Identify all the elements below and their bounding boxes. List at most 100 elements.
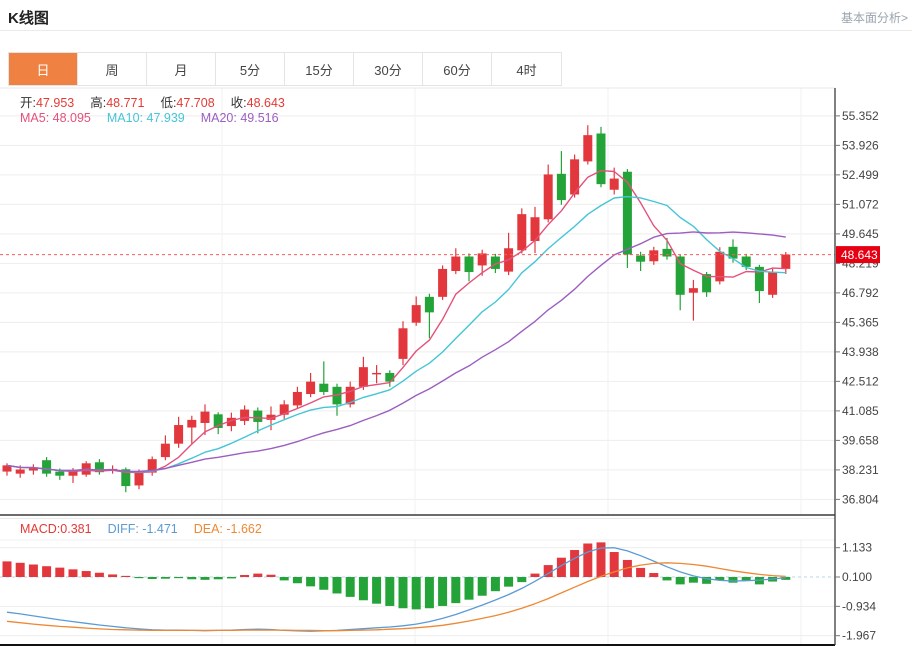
candle[interactable] bbox=[95, 459, 104, 475]
axis-label: 41.085 bbox=[842, 404, 879, 418]
macd-bar bbox=[399, 577, 408, 608]
candle-body bbox=[55, 472, 64, 476]
macd-bar bbox=[465, 577, 474, 600]
macd-bar bbox=[385, 577, 394, 606]
candle[interactable] bbox=[174, 417, 183, 448]
ma10-line bbox=[7, 197, 786, 473]
readout-item: 低:47.708 bbox=[160, 96, 214, 110]
candle[interactable] bbox=[214, 412, 223, 434]
candle-body bbox=[478, 253, 487, 265]
tab-period-2[interactable]: 月 bbox=[147, 53, 216, 85]
candle[interactable] bbox=[161, 435, 170, 460]
candle[interactable] bbox=[187, 416, 196, 444]
candle-body bbox=[438, 269, 447, 297]
candle-body bbox=[201, 412, 210, 423]
macd-bar bbox=[280, 577, 289, 580]
candle-body bbox=[42, 460, 51, 473]
candle[interactable] bbox=[42, 457, 51, 477]
candle[interactable] bbox=[465, 253, 474, 281]
macd-bar bbox=[293, 577, 302, 583]
macd-bar bbox=[16, 563, 25, 577]
candle[interactable] bbox=[306, 373, 315, 397]
candle[interactable] bbox=[781, 252, 790, 274]
macd-bar bbox=[636, 568, 645, 577]
macd-bar bbox=[240, 575, 249, 577]
candle-body bbox=[649, 250, 658, 261]
macd-bar bbox=[253, 574, 262, 577]
axis-label: 52.499 bbox=[842, 168, 879, 182]
axis-label: 53.926 bbox=[842, 138, 879, 152]
macd-bar bbox=[372, 577, 381, 604]
macd-bar bbox=[689, 577, 698, 583]
dea-line bbox=[7, 563, 786, 631]
macd-bar bbox=[227, 577, 236, 578]
macd-bar bbox=[3, 561, 12, 577]
candle[interactable] bbox=[425, 294, 434, 338]
candle[interactable] bbox=[438, 265, 447, 300]
axis-label: -0.934 bbox=[842, 599, 876, 613]
candle-body bbox=[399, 328, 408, 359]
readout-item: MA20: 49.516 bbox=[201, 111, 279, 125]
axis-label: 36.804 bbox=[842, 492, 879, 506]
fundamental-analysis-link[interactable]: 基本面分析> bbox=[841, 9, 908, 26]
candle-body bbox=[359, 367, 368, 387]
tab-period-6[interactable]: 60分 bbox=[423, 53, 492, 85]
candle[interactable] bbox=[517, 208, 526, 253]
candle[interactable] bbox=[504, 233, 513, 275]
readout-item: 高:48.771 bbox=[90, 96, 144, 110]
tab-period-3[interactable]: 5分 bbox=[216, 53, 285, 85]
tab-period-7[interactable]: 4时 bbox=[492, 53, 561, 85]
candle[interactable] bbox=[148, 456, 157, 475]
candle[interactable] bbox=[3, 463, 12, 475]
candle[interactable] bbox=[372, 365, 381, 383]
macd-bar bbox=[729, 577, 738, 583]
candle[interactable] bbox=[412, 296, 421, 325]
tab-period-4[interactable]: 15分 bbox=[285, 53, 354, 85]
candle[interactable] bbox=[583, 125, 592, 164]
macd-bar bbox=[663, 577, 672, 580]
tab-period-0[interactable]: 日 bbox=[9, 53, 78, 85]
macd-bar bbox=[517, 577, 526, 582]
readout-item: MA5: 48.095 bbox=[20, 111, 91, 125]
candle[interactable] bbox=[240, 405, 249, 425]
candle[interactable] bbox=[319, 361, 328, 395]
candle[interactable] bbox=[451, 248, 460, 274]
candle-body bbox=[517, 214, 526, 250]
ohlc-readout: 开:47.953高:48.771低:47.708收:48.643 bbox=[20, 92, 301, 111]
readout-item: DIFF: -1.471 bbox=[108, 522, 178, 536]
diff-line bbox=[7, 548, 786, 631]
macd-bar bbox=[531, 574, 540, 577]
macd-readout: MACD:0.381DIFF: -1.471DEA: -1.662 bbox=[20, 522, 278, 536]
candle-body bbox=[372, 373, 381, 374]
candle[interactable] bbox=[557, 151, 566, 205]
tab-period-1[interactable]: 周 bbox=[78, 53, 147, 85]
candle[interactable] bbox=[597, 127, 606, 187]
candle[interactable] bbox=[359, 357, 368, 390]
candle[interactable] bbox=[689, 280, 698, 321]
candle-body bbox=[240, 410, 249, 421]
candle[interactable] bbox=[623, 169, 632, 268]
axis-label: 42.512 bbox=[842, 374, 879, 388]
candle-body bbox=[16, 470, 25, 474]
tab-period-5[interactable]: 30分 bbox=[354, 53, 423, 85]
candle[interactable] bbox=[570, 155, 579, 198]
macd-bar bbox=[438, 577, 447, 606]
candle[interactable] bbox=[399, 321, 408, 365]
macd-bar bbox=[676, 577, 685, 584]
candle-body bbox=[161, 444, 170, 457]
candle[interactable] bbox=[768, 269, 777, 298]
candle-body bbox=[412, 305, 421, 323]
candle[interactable] bbox=[544, 165, 553, 223]
macd-bar bbox=[306, 577, 315, 586]
ma5-line bbox=[7, 171, 786, 473]
candle-body bbox=[174, 425, 183, 444]
candle[interactable] bbox=[293, 387, 302, 409]
candle[interactable] bbox=[649, 247, 658, 265]
candle[interactable] bbox=[531, 207, 540, 253]
candle[interactable] bbox=[280, 400, 289, 419]
candle[interactable] bbox=[478, 250, 487, 276]
candle[interactable] bbox=[29, 464, 38, 474]
candle-body bbox=[544, 174, 553, 219]
macd-bar bbox=[148, 577, 157, 579]
readout-item: DEA: -1.662 bbox=[194, 522, 262, 536]
